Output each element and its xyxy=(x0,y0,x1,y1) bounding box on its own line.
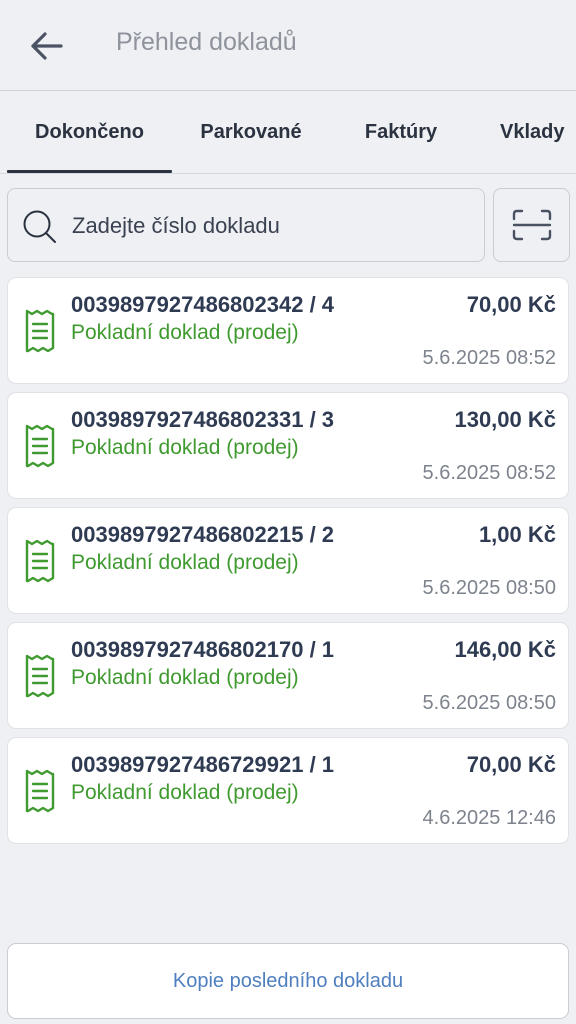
receipt-icon xyxy=(25,654,55,698)
receipt-amount: 70,00 Kč xyxy=(466,292,556,317)
receipt-date: 5.6.2025 08:50 xyxy=(422,577,556,599)
search-field[interactable] xyxy=(7,188,485,263)
receipt-date: 4.6.2025 12:46 xyxy=(422,807,556,829)
page-title: Přehled dokladů xyxy=(116,28,297,56)
tab-dokonceno[interactable]: Dokončeno xyxy=(7,91,172,173)
search-input[interactable] xyxy=(70,189,474,263)
receipt-type: Pokladní doklad (prodej) xyxy=(71,666,299,689)
receipt-type: Pokladní doklad (prodej) xyxy=(71,436,299,459)
receipt-number: 0039897927486729921 / 1 xyxy=(71,752,335,777)
search-icon xyxy=(23,210,56,243)
receipt-number: 0039897927486802170 / 1 xyxy=(71,637,335,662)
receipt-type: Pokladní doklad (prodej) xyxy=(71,321,299,344)
top-app-bar: Přehled dokladů xyxy=(0,0,576,91)
arrow-left-icon xyxy=(31,32,63,60)
tab-label: Parkované xyxy=(200,120,302,143)
receipt-type: Pokladní doklad (prodej) xyxy=(71,551,299,574)
receipt-number: 0039897927486802215 / 2 xyxy=(71,522,335,547)
scan-button[interactable] xyxy=(493,188,570,262)
receipt-card[interactable]: 0039897927486802170 / 1 Pokladní doklad … xyxy=(7,622,569,729)
tab-faktury[interactable]: Faktúry xyxy=(330,91,472,173)
receipt-card[interactable]: 0039897927486802215 / 2 Pokladní doklad … xyxy=(7,507,569,614)
receipt-card[interactable]: 0039897927486802331 / 3 Pokladní doklad … xyxy=(7,392,569,499)
receipt-number: 0039897927486802342 / 4 xyxy=(71,292,335,317)
receipt-icon xyxy=(25,769,55,813)
receipt-date: 5.6.2025 08:52 xyxy=(422,347,556,369)
receipt-amount: 70,00 Kč xyxy=(466,752,556,777)
copy-last-receipt-label: Kopie posledního dokladu xyxy=(172,969,404,992)
tabs-divider xyxy=(0,173,576,174)
receipt-date: 5.6.2025 08:50 xyxy=(422,692,556,714)
receipt-card[interactable]: 0039897927486802342 / 4 Pokladní doklad … xyxy=(7,277,569,384)
receipt-icon xyxy=(25,309,55,353)
tab-label: Vklady xyxy=(500,120,565,143)
receipt-number: 0039897927486802331 / 3 xyxy=(71,407,335,432)
back-button[interactable] xyxy=(26,26,66,66)
tab-label: Dokončeno xyxy=(35,120,144,143)
tab-bar: Dokončeno Parkované Faktúry Vklady xyxy=(0,91,576,173)
tab-vklady[interactable]: Vklady xyxy=(472,91,576,173)
scan-icon xyxy=(512,209,551,241)
receipt-card[interactable]: 0039897927486729921 / 1 Pokladní doklad … xyxy=(7,737,569,844)
receipt-amount: 146,00 Kč xyxy=(454,637,556,662)
copy-last-receipt-button[interactable]: Kopie posledního dokladu xyxy=(7,943,569,1019)
receipt-amount: 130,00 Kč xyxy=(454,407,556,432)
receipt-icon xyxy=(25,424,55,468)
receipt-type: Pokladní doklad (prodej) xyxy=(71,781,299,804)
tab-label: Faktúry xyxy=(364,120,438,143)
receipt-date: 5.6.2025 08:52 xyxy=(422,462,556,484)
receipt-icon xyxy=(25,539,55,583)
tab-parkovane[interactable]: Parkované xyxy=(172,91,330,173)
receipt-amount: 1,00 Kč xyxy=(478,522,556,547)
